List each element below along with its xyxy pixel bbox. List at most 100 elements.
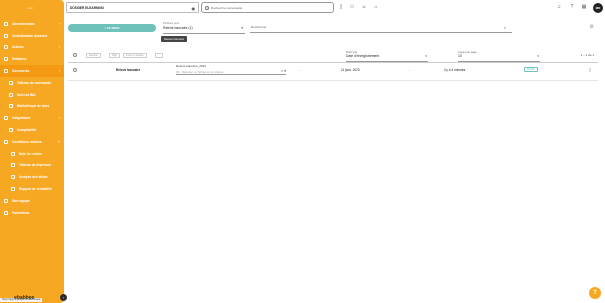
more-chip[interactable]: ... xyxy=(155,53,163,58)
sidebar-item-label: Rapport de rentabilité xyxy=(19,187,52,192)
sort-select-value: Date d'enregistrement xyxy=(346,54,380,58)
sidebar-item-label: Paramètres xyxy=(12,210,30,215)
document-title: Relevé bancaire_2023 xyxy=(176,64,207,68)
question-icon[interactable]: ? xyxy=(568,3,576,11)
chevron-icon: › xyxy=(58,21,60,26)
row-date: 11 janv. 2023 xyxy=(341,68,360,72)
sidebar-item[interactable]: Paramètres xyxy=(0,207,64,219)
bell-icon[interactable]: ♫ xyxy=(555,3,563,11)
chevron-down-icon: ▾ xyxy=(241,26,243,30)
document-dropzone-placeholder: Déposer un fichier ici ou cliquer xyxy=(181,69,224,74)
sidebar-item[interactable]: Suivi de BIA xyxy=(0,89,64,101)
grid-icon[interactable]: ▦ xyxy=(580,3,588,11)
row-checkbox[interactable] xyxy=(73,68,77,72)
help-button[interactable]: ? xyxy=(589,287,601,299)
sidebar-item[interactable]: Bibliothèque de docs xyxy=(0,101,64,113)
table-header: Exporter Tags Créer un dossier ... Filtr… xyxy=(68,50,598,63)
sidebar-item[interactable]: Intégrations › xyxy=(0,112,64,124)
eye-icon[interactable]: ◉ xyxy=(192,6,196,11)
select-all-checkbox[interactable] xyxy=(73,53,77,57)
nav-icon xyxy=(4,45,8,50)
chevron-icon: ˄ xyxy=(58,139,60,144)
sidebar-item[interactable]: Rapport de rentabilité xyxy=(0,183,64,195)
upload-icon[interactable]: ◐ ▾ xyxy=(281,69,286,73)
sidebar-item[interactable]: Documents › xyxy=(0,65,64,77)
pagination: 1 – 1 de 1 xyxy=(580,53,594,57)
status-badge[interactable]: Ouvert xyxy=(524,67,538,72)
sidebar-nav: Administration › Centralisation dossiers Ac… xyxy=(0,18,64,219)
chevron-icon: › xyxy=(58,45,60,50)
sidebar-item-label: Documents xyxy=(12,69,30,74)
sidebar-item-label: Administration xyxy=(12,21,35,26)
sort-select[interactable]: Filtrer par Date d'enregistrement ▾ xyxy=(346,51,428,62)
user-icon[interactable]: ☺ xyxy=(360,3,368,11)
settings-icon[interactable]: ⚙ xyxy=(590,24,594,30)
trash-icon[interactable]: ▯ xyxy=(589,67,591,72)
nav-icon xyxy=(11,163,15,168)
sidebar-item[interactable]: Administration › xyxy=(0,18,64,30)
sidebar-item[interactable]: Analyse des délais xyxy=(0,171,64,183)
create-folder-chip[interactable]: Créer un dossier xyxy=(123,53,147,58)
nav-icon xyxy=(11,175,15,180)
collapse-sidebar-button[interactable]: ‹ xyxy=(60,294,67,301)
sidebar: emc Administration › Centralisation dossie… xyxy=(0,0,67,303)
sidebar-item[interactable]: Comptabilité xyxy=(0,124,64,136)
app-logo[interactable]: emc xyxy=(18,4,42,12)
document-search-placeholder: Rechercher xyxy=(251,25,267,29)
nav-icon xyxy=(4,33,8,38)
row-duration: il y a 4 minutes xyxy=(444,68,466,72)
sidebar-item[interactable]: Relations xyxy=(0,53,64,65)
row-dash: - xyxy=(409,68,411,72)
chevron-icon: › xyxy=(58,69,60,74)
context-search-input[interactable]: Recherche contextuelle xyxy=(201,2,334,13)
document-upload: Relevé bancaire_2023 ▭ Déposer un fichie… xyxy=(176,64,286,75)
sidebar-item-label: Suivi de BIA xyxy=(17,92,36,97)
sidebar-item-label: Intégrations xyxy=(12,116,31,121)
logo-text: emc xyxy=(27,6,33,10)
document-search-input[interactable]: Rechercher ⌕ xyxy=(250,25,512,33)
rows-per-page-value: 10 xyxy=(458,54,462,58)
filter-bar: + FILTRER Pertinent pour Relevé bancaire… xyxy=(68,22,598,42)
sidebar-item[interactable]: Centralisation dossiers xyxy=(0,30,64,42)
table-row[interactable]: Relevé bancaire Relevé bancaire_2023 ▭ D… xyxy=(68,63,598,81)
folder-icon: ▭ xyxy=(176,69,180,74)
nav-icon xyxy=(9,80,13,85)
dossier-selector[interactable]: DOSSIER ELEARNINO ◉ xyxy=(66,2,199,13)
tooltip: Relevé bancaire xyxy=(161,36,188,42)
sidebar-item-label: Tableau de commande xyxy=(17,80,52,85)
sidebar-item[interactable]: Mon équipe xyxy=(0,195,64,207)
users-icon[interactable]: ⚇ xyxy=(348,3,356,11)
sidebar-item-label: Note de remise xyxy=(19,151,42,156)
nav-icon xyxy=(4,21,8,26)
tag-icon[interactable]: ⌂ xyxy=(372,3,380,11)
nav-icon xyxy=(4,116,8,121)
sidebar-item-label: Comptabilité xyxy=(17,128,37,133)
relevance-select-value: Relevé bancaire (1) xyxy=(163,25,193,30)
search-icon xyxy=(205,5,209,10)
sidebar-item-label: Analyse des délais xyxy=(19,175,48,180)
relevance-select[interactable]: Pertinent pour Relevé bancaire (1) ▾ xyxy=(163,22,245,34)
sidebar-item[interactable]: Actions › xyxy=(0,42,64,54)
nav-icon xyxy=(11,187,15,192)
row-dash: - xyxy=(300,68,302,72)
export-chip[interactable]: Exporter xyxy=(86,53,102,58)
context-search-placeholder: Recherche contextuelle xyxy=(211,5,243,10)
sidebar-item-label: Bibliothèque de docs xyxy=(17,104,50,109)
nav-icon xyxy=(4,210,8,215)
sidebar-item[interactable]: Tableau de commande xyxy=(0,77,64,89)
sidebar-item[interactable]: Note de remise xyxy=(0,148,64,160)
rows-per-page-select[interactable]: Lignes par page 10 ▾ xyxy=(458,51,540,62)
tags-chip[interactable]: Tags xyxy=(109,53,121,58)
search-icon: ⌕ xyxy=(503,25,506,30)
document-dropzone[interactable]: ▭ Déposer un fichier ici ou cliquer ◐ ▾ xyxy=(176,69,286,75)
sidebar-item[interactable]: Tableau de dépenses xyxy=(0,160,64,172)
filter-button[interactable]: + FILTRER xyxy=(68,24,156,32)
sidebar-item-label: Tableau de dépenses xyxy=(19,163,52,168)
sidebar-item-label: Centralisation dossiers xyxy=(12,33,48,38)
sidebar-item-label: Mon équipe xyxy=(12,198,30,203)
document-icon[interactable]: ▯ xyxy=(337,3,345,11)
topbar: DOSSIER ELEARNINO ◉ Recherche contextuel… xyxy=(66,2,605,16)
sidebar-item[interactable]: Conditions remises ˄ xyxy=(0,136,64,148)
avatar[interactable]: MD xyxy=(593,3,603,13)
documents-table: Exporter Tags Créer un dossier ... Filtr… xyxy=(68,50,598,81)
